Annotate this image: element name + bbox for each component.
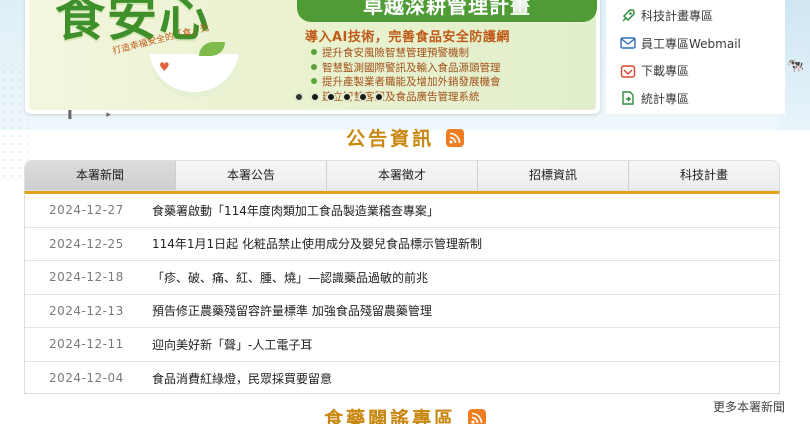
tab-recruitment[interactable]: 本署徵才 bbox=[327, 161, 478, 190]
banner-bullet: 智慧監測國際警訊及輸入食品源頭管理 bbox=[311, 61, 501, 76]
quicklink-label: 員工專區Webmail bbox=[641, 36, 741, 51]
rss-icon[interactable] bbox=[467, 409, 486, 424]
banner-slide[interactable]: 食安心 卓越深耕管理計畫 導入AI技術，完善食品安全防護網 打造幸福安全的「食」… bbox=[29, 0, 597, 110]
news-title-link[interactable]: 114年1月1日起 化粧品禁止使用成分及嬰兒食品標示管理新制 bbox=[152, 235, 482, 252]
news-row[interactable]: 2024-12-25 114年1月1日起 化粧品禁止使用成分及嬰兒食品標示管理新… bbox=[25, 228, 779, 261]
play-icon[interactable]: ▸ bbox=[106, 110, 111, 120]
debunk-title: 食藥闢謠專區 bbox=[324, 408, 457, 424]
news-row[interactable]: 2024-12-27 食藥署啟動「114年度肉類加工食品製造業稽查專案」 bbox=[25, 194, 779, 228]
news-date: 2024-12-11 bbox=[49, 337, 124, 352]
pause-icon[interactable]: ❚ bbox=[66, 110, 74, 120]
banner-subtitle: 導入AI技術，完善食品安全防護網 bbox=[305, 30, 510, 45]
news-title-link[interactable]: 食品消費紅綠燈，民眾採買要留意 bbox=[152, 370, 332, 387]
carousel-dot-2[interactable] bbox=[310, 92, 320, 102]
tab-agency-news[interactable]: 本署新聞 bbox=[25, 161, 176, 190]
news-row[interactable]: 2024-12-13 預告修正農藥殘留容許量標準 加強食品殘留農藥管理 bbox=[25, 295, 779, 328]
announcements-title: 公告資訊 bbox=[346, 128, 435, 150]
heart-icon: ♥ bbox=[159, 60, 170, 74]
chart-icon bbox=[618, 89, 638, 107]
news-title-link[interactable]: 食藥署啟動「114年度肉類加工食品製造業稽查專案」 bbox=[152, 202, 439, 219]
quicklink-label: 統計專區 bbox=[641, 91, 690, 106]
news-title-link[interactable]: 預告修正農藥殘留容許量標準 加強食品殘留農藥管理 bbox=[152, 302, 432, 319]
tab-tech-projects[interactable]: 科技計畫 bbox=[629, 161, 779, 190]
quicklink-webmail[interactable]: 員工專區Webmail bbox=[618, 30, 785, 58]
carousel-dot-1[interactable] bbox=[294, 92, 304, 102]
quicklink-label: 下載專區 bbox=[641, 64, 690, 79]
quicklink-stats[interactable]: 統計專區 bbox=[618, 85, 785, 113]
debunk-heading: 食藥闢謠專區 bbox=[0, 404, 810, 424]
tab-tender-info[interactable]: 招標資訊 bbox=[478, 161, 629, 190]
announcements-heading: 公告資訊 bbox=[0, 124, 810, 151]
news-date: 2024-12-27 bbox=[49, 203, 124, 218]
rocket-icon bbox=[618, 7, 638, 25]
rss-icon[interactable] bbox=[445, 129, 464, 147]
banner-carousel[interactable]: 食安心 卓越深耕管理計畫 導入AI技術，完善食品安全防護網 打造幸福安全的「食」… bbox=[25, 0, 600, 114]
news-date: 2024-12-13 bbox=[49, 303, 124, 318]
banner-bullet: 提升產製業者職能及增加外銷發展機會 bbox=[311, 75, 501, 90]
cow-icon: 🐄 bbox=[786, 58, 804, 74]
quicklink-tech[interactable]: 科技計畫專區 bbox=[618, 2, 785, 30]
carousel-dot-5[interactable] bbox=[358, 92, 368, 102]
mail-icon bbox=[618, 34, 638, 52]
news-row[interactable]: 2024-12-18 「疹、破、痛、紅、腫、燒」—認識藥品過敏的前兆 bbox=[25, 261, 779, 295]
quicklink-label: 科技計畫專區 bbox=[641, 9, 714, 24]
carousel-dot-3[interactable] bbox=[326, 92, 336, 102]
news-date: 2024-12-25 bbox=[49, 236, 124, 251]
carousel-dots bbox=[294, 92, 384, 102]
banner-bullet: 提升食安風險智慧管理預警機制 bbox=[311, 46, 501, 61]
news-title-link[interactable]: 「疹、破、痛、紅、腫、燒」—認識藥品過敏的前兆 bbox=[152, 269, 428, 286]
banner-controls: ❚ ▸ bbox=[66, 110, 111, 120]
download-icon bbox=[618, 62, 638, 80]
news-date: 2024-12-18 bbox=[49, 270, 124, 285]
news-tabs: 本署新聞 本署公告 本署徵才 招標資訊 科技計畫 bbox=[24, 160, 780, 191]
carousel-dot-6[interactable] bbox=[374, 92, 384, 102]
quicklinks-panel: 科技計畫專區 員工專區Webmail 下載專區 統計專區 bbox=[606, 0, 785, 114]
news-row[interactable]: 2024-12-11 迎向美好新「聲」-人工電子耳 bbox=[25, 328, 779, 362]
background-dots bbox=[0, 60, 28, 180]
news-row[interactable]: 2024-12-04 食品消費紅綠燈，民眾採買要留意 bbox=[25, 362, 779, 396]
tab-agency-announcements[interactable]: 本署公告 bbox=[176, 161, 327, 190]
quicklink-download[interactable]: 下載專區 bbox=[618, 57, 785, 85]
carousel-dot-4[interactable] bbox=[342, 92, 352, 102]
news-list: 2024-12-27 食藥署啟動「114年度肉類加工食品製造業稽查專案」 202… bbox=[24, 191, 780, 394]
banner-pill: 卓越深耕管理計畫 bbox=[297, 0, 597, 22]
news-date: 2024-12-04 bbox=[49, 371, 124, 386]
news-title-link[interactable]: 迎向美好新「聲」-人工電子耳 bbox=[152, 336, 312, 353]
